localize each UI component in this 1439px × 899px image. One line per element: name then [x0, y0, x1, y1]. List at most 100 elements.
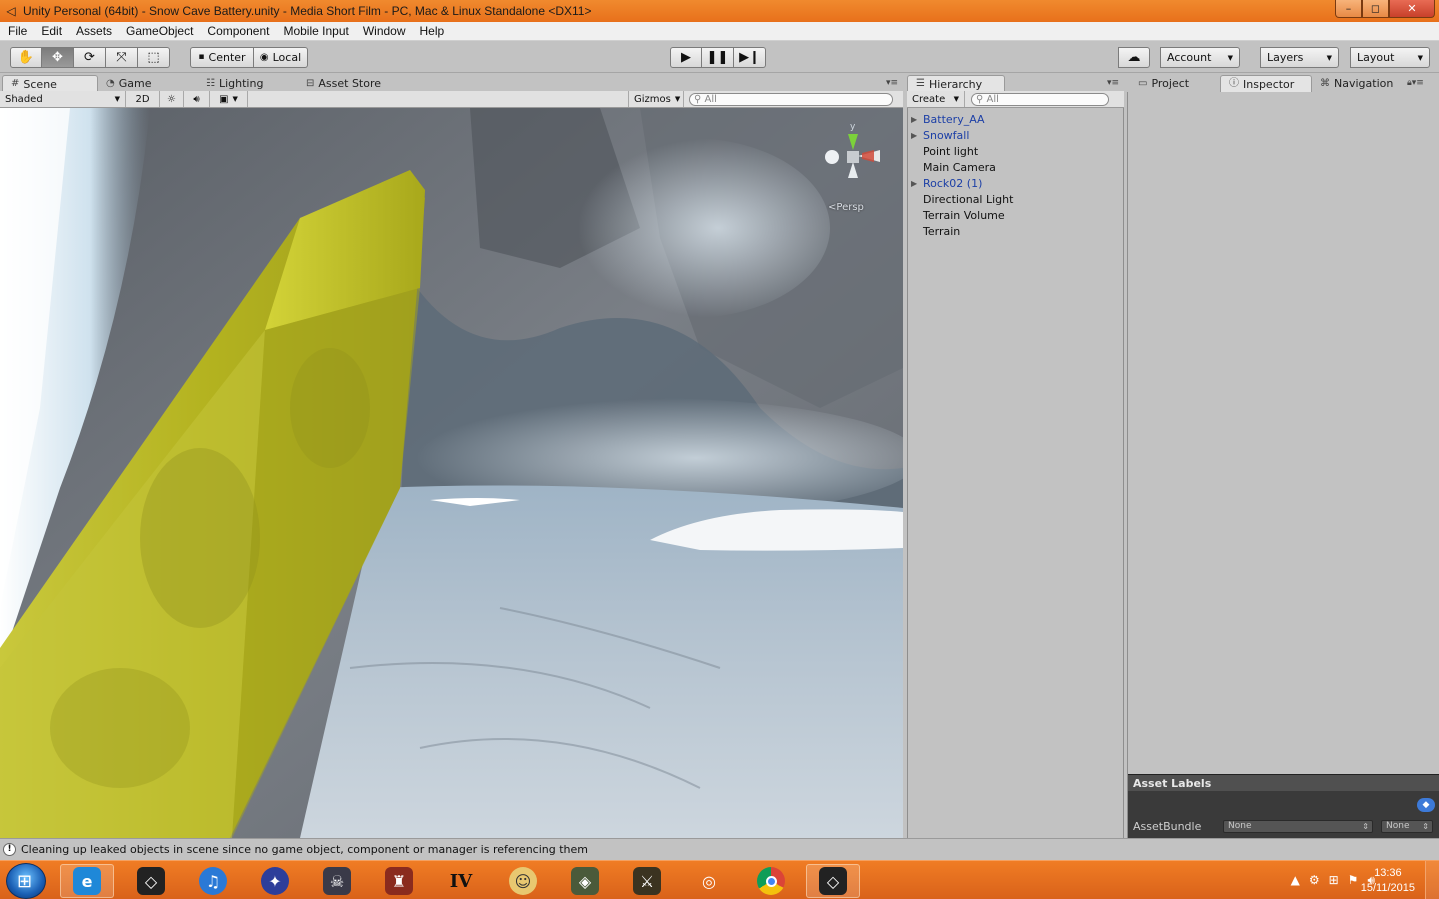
taskbar-app[interactable]: ☠: [310, 864, 364, 898]
pivot-center-toggle[interactable]: ▪ Center: [190, 47, 254, 68]
tab-asset-store[interactable]: ⊟ Asset Store: [298, 75, 408, 92]
assetbundle-variant-dropdown[interactable]: None: [1381, 820, 1433, 833]
scene-viewport[interactable]: y <Persp: [0, 108, 903, 838]
info-icon: ⓘ: [1229, 78, 1239, 89]
scene-search-input[interactable]: ⚲ All: [689, 92, 893, 106]
taskbar-app[interactable]: ◇: [124, 864, 178, 898]
assetbundle-dropdown[interactable]: None: [1223, 820, 1373, 833]
internet-explorer-icon: e: [73, 867, 101, 895]
taskbar-clock[interactable]: 13:36 15/11/2015: [1361, 866, 1415, 896]
show-desktop-button[interactable]: [1425, 861, 1439, 899]
scene-effects-dropdown[interactable]: ▣ ▼: [210, 91, 248, 107]
tab-navigation[interactable]: ⌘ Navigation: [1312, 75, 1404, 92]
menu-gameobject[interactable]: GameObject: [119, 22, 200, 41]
taskbar-app[interactable]: ⚔: [620, 864, 674, 898]
menu-component[interactable]: Component: [200, 22, 276, 41]
folder-icon: ▭: [1138, 77, 1148, 89]
taskbar-app[interactable]: ♫: [186, 864, 240, 898]
list-item[interactable]: Directional Light: [908, 192, 1123, 208]
menu-edit[interactable]: Edit: [34, 22, 69, 41]
account-dropdown[interactable]: Account ▼: [1160, 47, 1240, 68]
tab-project[interactable]: ▭ Project: [1130, 75, 1220, 92]
menu-mobile-input[interactable]: Mobile Input: [276, 22, 355, 41]
create-dropdown[interactable]: Create ▼: [907, 91, 965, 107]
taskbar-app[interactable]: e: [60, 864, 114, 898]
start-button[interactable]: ⊞: [6, 863, 46, 899]
shading-mode-dropdown[interactable]: Shaded ▼: [0, 91, 126, 107]
hand-tool-button[interactable]: ✋: [10, 47, 42, 68]
taskbar-app[interactable]: ◈: [558, 864, 612, 898]
mode-2d-label: 2D: [135, 93, 150, 105]
scene-tab-strip: # Scene ◔ Game ☷ Lighting ⊟ Asset Store: [2, 74, 408, 92]
image-icon: ▣: [219, 93, 229, 105]
taskbar-app[interactable]: ◎: [682, 864, 736, 898]
tab-inspector[interactable]: ⓘ Inspector: [1220, 75, 1312, 92]
scene-lighting-toggle[interactable]: ☼: [160, 91, 184, 107]
maximize-button[interactable]: ◻: [1362, 0, 1389, 18]
taskbar-app[interactable]: ☺: [496, 864, 550, 898]
cloud-button[interactable]: ☁: [1118, 47, 1150, 68]
menu-assets[interactable]: Assets: [69, 22, 119, 41]
expand-arrow-icon[interactable]: ▶: [911, 128, 917, 144]
show-hidden-icons[interactable]: ▲: [1291, 873, 1300, 888]
move-tool-button[interactable]: ✥: [42, 47, 74, 68]
clock-time: 13:36: [1374, 867, 1402, 879]
persp-label[interactable]: <Persp: [828, 202, 864, 213]
menu-window[interactable]: Window: [356, 22, 413, 41]
scene-panel-menu-icon[interactable]: ▾≡: [886, 78, 898, 88]
tab-game[interactable]: ◔ Game: [98, 75, 198, 92]
orientation-gizmo[interactable]: y: [818, 120, 888, 210]
scene-audio-toggle[interactable]: 🔊︎: [184, 91, 210, 107]
gizmo-y-axis[interactable]: [848, 134, 858, 150]
gizmo-neg-y-axis[interactable]: [848, 162, 858, 178]
network-settings-icon[interactable]: ⚙: [1309, 873, 1320, 888]
tab-hierarchy[interactable]: ☰ Hierarchy: [907, 75, 1005, 92]
tab-label: Lighting: [218, 77, 264, 90]
minimize-button[interactable]: –: [1335, 0, 1362, 18]
tag-icon[interactable]: ◆: [1417, 798, 1435, 812]
pause-button[interactable]: ❚❚: [702, 47, 734, 68]
menu-help[interactable]: Help: [413, 22, 452, 41]
cloud-group: ☁: [1118, 47, 1150, 68]
rotate-tool-button[interactable]: ⟳: [74, 47, 106, 68]
taskbar-app-active[interactable]: ◇: [806, 864, 860, 898]
list-item[interactable]: Main Camera: [908, 160, 1123, 176]
list-item[interactable]: ▶ Battery_AA: [908, 112, 1123, 128]
hierarchy-search-input[interactable]: ⚲ All: [971, 92, 1109, 106]
tab-lighting[interactable]: ☷ Lighting: [198, 75, 298, 92]
chevron-down-icon: ▼: [1417, 53, 1423, 62]
windows-flag-icon[interactable]: ⊞: [1329, 873, 1339, 888]
hierarchy-item-label: Point light: [923, 145, 979, 158]
tab-scene[interactable]: # Scene: [2, 75, 98, 92]
gizmo-neg-x-axis[interactable]: [825, 150, 839, 164]
action-center-flag-icon[interactable]: ⚑: [1348, 873, 1359, 888]
close-button[interactable]: ✕: [1389, 0, 1435, 18]
taskbar-app[interactable]: [744, 864, 798, 898]
expand-arrow-icon[interactable]: ▶: [911, 112, 917, 128]
hierarchy-panel-menu-icon[interactable]: ▾≡: [1107, 78, 1119, 88]
list-item[interactable]: Point light: [908, 144, 1123, 160]
lock-icon[interactable]: 🔒︎▾≡: [1407, 78, 1424, 88]
gizmo-center-cube[interactable]: [847, 151, 859, 163]
gizmos-dropdown[interactable]: Gizmos ▼: [628, 91, 684, 107]
mode-2d-toggle[interactable]: 2D: [126, 91, 160, 107]
list-item[interactable]: Terrain: [908, 224, 1123, 240]
scale-tool-button[interactable]: ⤧: [106, 47, 138, 68]
status-bar[interactable]: ! Cleaning up leaked objects in scene si…: [0, 838, 1439, 860]
chrome-icon: [757, 867, 785, 895]
layout-dropdown[interactable]: Layout ▼: [1350, 47, 1430, 68]
taskbar-app[interactable]: IV: [434, 864, 488, 898]
list-item[interactable]: ▶ Rock02 (1): [908, 176, 1123, 192]
layers-dropdown[interactable]: Layers ▼: [1260, 47, 1339, 68]
rect-tool-button[interactable]: ⬚: [138, 47, 170, 68]
status-message: Cleaning up leaked objects in scene sinc…: [21, 843, 588, 856]
pivot-local-toggle[interactable]: ◉ Local: [254, 47, 308, 68]
expand-arrow-icon[interactable]: ▶: [911, 176, 917, 192]
play-button[interactable]: ▶: [670, 47, 702, 68]
list-item[interactable]: Terrain Volume: [908, 208, 1123, 224]
list-item[interactable]: ▶ Snowfall: [908, 128, 1123, 144]
taskbar-app[interactable]: ✦: [248, 864, 302, 898]
menu-file[interactable]: File: [1, 22, 34, 41]
taskbar-app[interactable]: ♜: [372, 864, 426, 898]
step-button[interactable]: ▶❙: [734, 47, 766, 68]
